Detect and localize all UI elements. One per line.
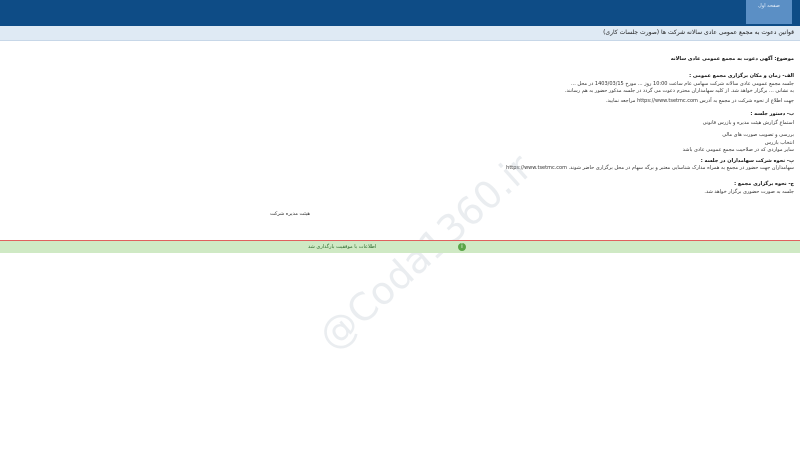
agenda-item: استماع گزارش هیئت مدیره و بازرس قانونی [702,120,794,126]
meeting-time-label: الف- زمان و مکان برگزاری مجمع عمومی : [689,73,794,79]
agenda-item: بررسی و تصویب صورت های مالی [722,132,794,138]
status-bar: اطلاعات با موفقیت بارگذاری شد i [0,241,800,253]
participation-label: پ- نحوه شرکت سهامداران در جلسه : [700,158,794,164]
holding-text: جلسه به صورت حضوری برگزار خواهد شد. [704,189,794,195]
registration-link-text[interactable]: جهت اطلاع از نحوه شرکت در مجمع به آدرس h… [606,98,794,104]
user-tab[interactable]: صفحه اول [746,0,792,24]
holding-label: ج- نحوه برگزاری مجمع : [734,181,794,187]
status-message: اطلاعات با موفقیت بارگذاری شد [308,244,377,250]
announcement-content: موضوع: آگهی دعوت به مجمع عمومی عادی سالا… [0,40,800,240]
page-title: قوانین دعوت به مجمع عمومی عادی سالانه شر… [603,29,794,36]
agenda-item: سایر مواردی که در صلاحیت مجمع عمومی عادی… [682,147,794,153]
top-header-bar: صفحه اول [0,0,800,26]
meeting-location-text: به نشانی ... برگزار خواهد شد. از کلیه سه… [564,88,794,94]
meeting-time-text: جلسه مجمع عمومی عادی سالانه شرکت سهامی ع… [571,81,794,87]
page-title-bar: قوانین دعوت به مجمع عمومی عادی سالانه شر… [0,26,800,41]
subject-line: موضوع: آگهی دعوت به مجمع عمومی عادی سالا… [670,56,794,62]
participation-text: سهامداران جهت حضور در مجمع به همراه مدار… [506,165,794,171]
agenda-item: انتخاب بازرس [764,140,794,146]
info-icon: i [458,243,466,251]
agenda-label: ب- دستور جلسه : [750,111,794,117]
